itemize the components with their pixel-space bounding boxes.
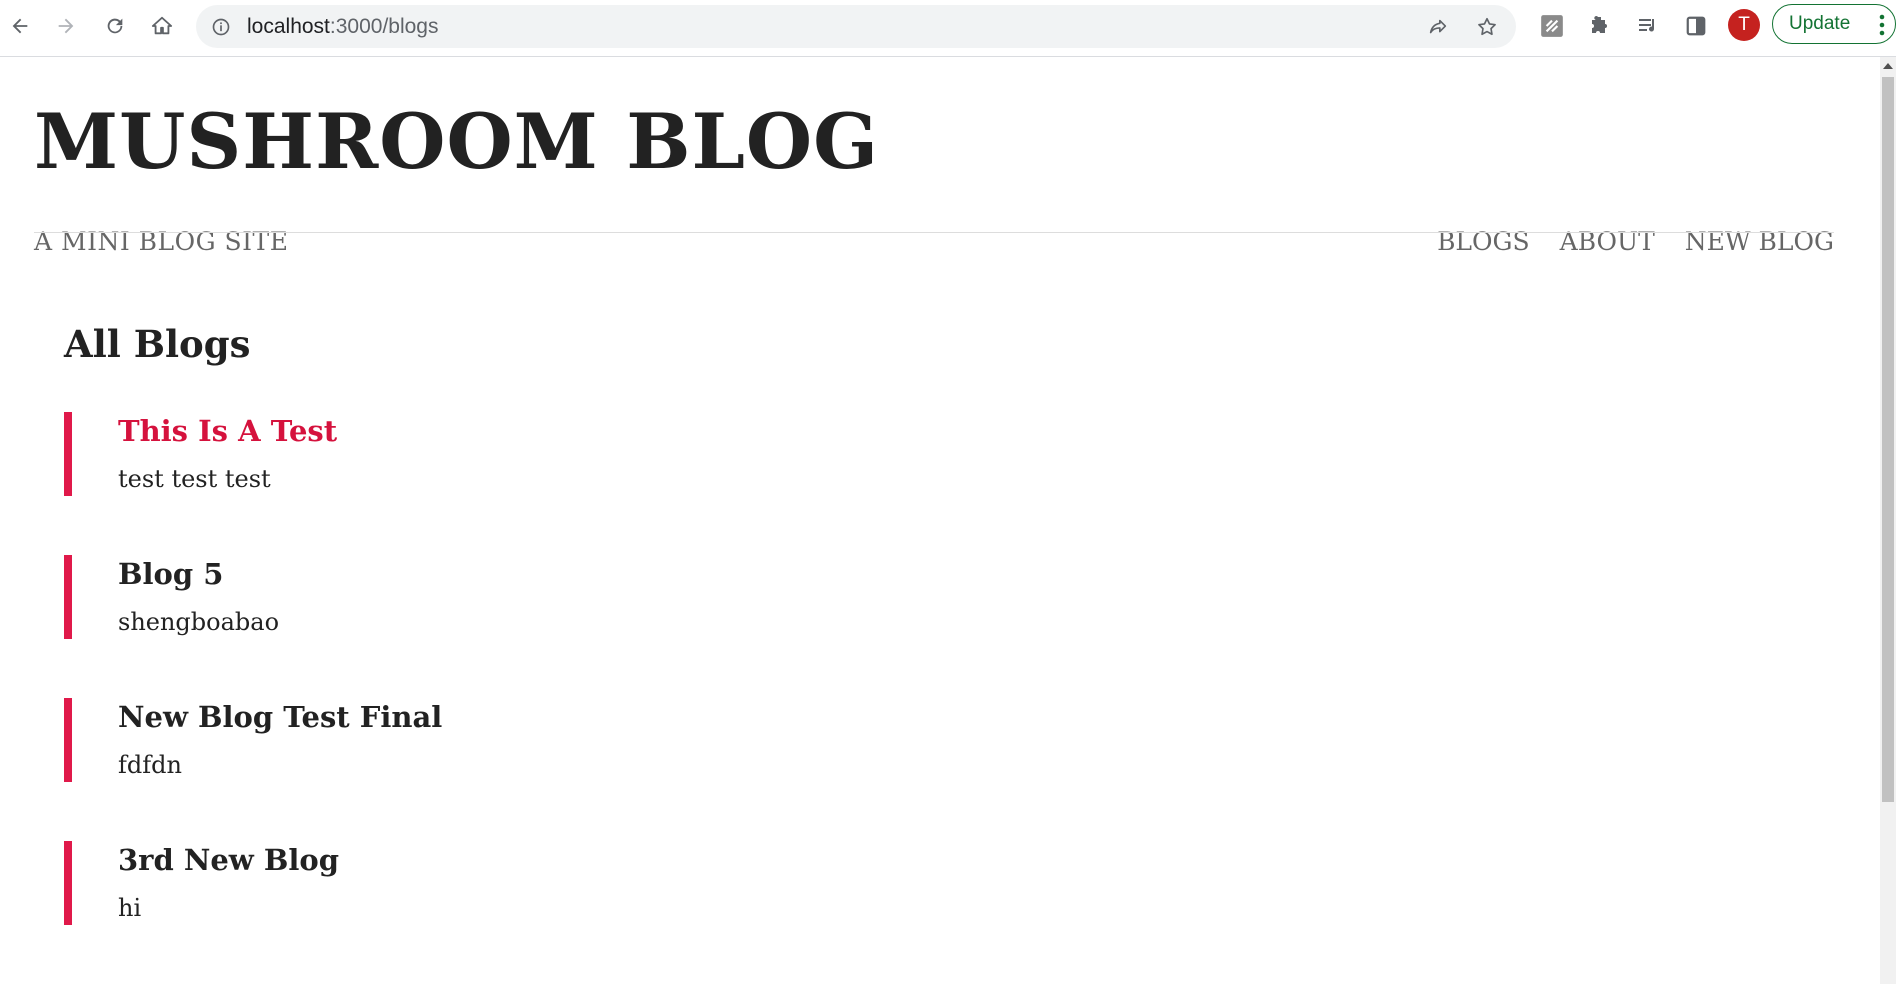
blog-item[interactable]: This Is A Test test test test (64, 412, 772, 496)
url-host: localhost (247, 15, 330, 38)
blog-item[interactable]: New Blog Test Final fdfdn (64, 698, 772, 782)
blog-snippet: shengboabao (118, 608, 280, 636)
side-panel-icon[interactable] (1682, 12, 1710, 40)
profile-avatar[interactable]: T (1728, 9, 1760, 41)
media-queue-icon[interactable] (1634, 12, 1662, 40)
page-viewport: MUSHROOM BLOG A MINI BLOG SITE BLOGS ABO… (0, 57, 1880, 984)
blog-snippet: fdfdn (118, 751, 182, 779)
share-icon[interactable] (1426, 15, 1450, 39)
blog-snippet: test test test (118, 465, 271, 493)
forward-arrow-icon[interactable] (48, 8, 84, 44)
blogs-content: All Blogs This Is A Test test test test … (64, 322, 442, 925)
site-title: MUSHROOM BLOG (34, 97, 880, 186)
reload-icon[interactable] (97, 8, 133, 44)
blog-title[interactable]: New Blog Test Final (118, 700, 442, 734)
blog-title[interactable]: Blog 5 (118, 557, 223, 591)
blog-snippet: hi (118, 894, 142, 922)
blog-item[interactable]: Blog 5 shengboabao (64, 555, 772, 639)
url-path: :3000/blogs (329, 15, 439, 38)
extension-icon[interactable] (1538, 12, 1566, 40)
update-button[interactable]: Update (1772, 4, 1896, 44)
site-info-icon[interactable] (210, 16, 232, 38)
blog-item[interactable]: 3rd New Blog hi (64, 841, 772, 925)
puzzle-extensions-icon[interactable] (1586, 12, 1614, 40)
page-heading: All Blogs (64, 322, 251, 366)
home-icon[interactable] (144, 8, 180, 44)
blog-title[interactable]: This Is A Test (118, 414, 337, 448)
address-bar[interactable]: localhost:3000/blogs (196, 5, 1516, 48)
url-text[interactable]: localhost:3000/blogs (247, 15, 438, 39)
scrollbar-thumb[interactable] (1882, 77, 1894, 802)
site-header: MUSHROOM BLOG A MINI BLOG SITE BLOGS ABO… (34, 97, 1834, 256)
back-arrow-icon[interactable] (2, 8, 38, 44)
bookmark-star-icon[interactable] (1475, 15, 1499, 39)
kebab-menu-icon[interactable] (1879, 14, 1885, 36)
browser-toolbar: localhost:3000/blogs T Update (0, 0, 1896, 57)
blog-title[interactable]: 3rd New Blog (118, 843, 339, 877)
vertical-scrollbar[interactable] (1880, 57, 1896, 984)
header-divider (34, 232, 1834, 233)
scroll-up-arrow-icon[interactable] (1883, 63, 1893, 69)
update-label: Update (1789, 13, 1851, 34)
